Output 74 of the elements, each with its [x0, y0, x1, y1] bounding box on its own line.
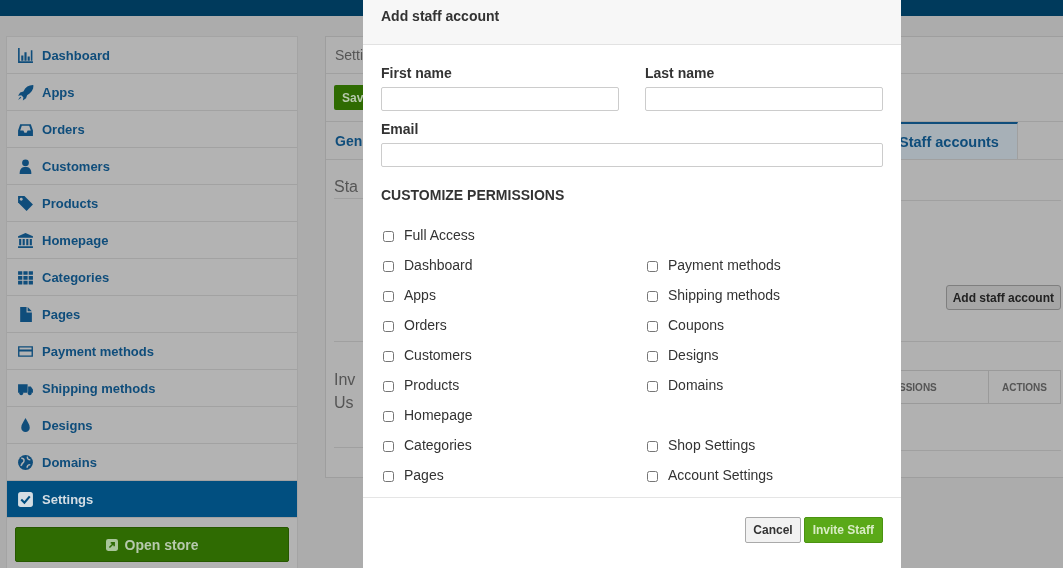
sidebar-item[interactable]: Payment methods — [7, 333, 297, 370]
permission-label: Customers — [404, 347, 472, 363]
permission-checkbox[interactable] — [383, 260, 394, 272]
permission-label: Payment methods — [668, 257, 781, 273]
sidebar-item[interactable]: Categories — [7, 259, 297, 296]
sidebar-item[interactable]: Apps — [7, 74, 297, 111]
sidebar-item[interactable]: Settings — [7, 481, 297, 518]
permission-checkbox[interactable] — [383, 470, 394, 482]
cancel-button[interactable]: Cancel — [745, 517, 801, 543]
tab[interactable]: Gen — [326, 122, 363, 159]
panel-title: Setti — [335, 47, 363, 63]
permission-label: Domains — [668, 377, 724, 393]
permission-label: Orders — [404, 317, 447, 333]
first-name-field[interactable] — [381, 87, 619, 111]
field-label: First name — [381, 65, 453, 81]
permission-checkbox[interactable] — [647, 470, 658, 482]
permission-label: Shop Settings — [668, 437, 756, 453]
bar-chart-icon — [17, 46, 34, 64]
file-icon — [17, 305, 34, 323]
email-field[interactable] — [381, 143, 883, 167]
permission-label: Shipping methods — [668, 287, 781, 303]
permission-checkbox[interactable] — [647, 260, 658, 272]
permission-label: Dashboard — [404, 257, 473, 273]
column-header: ACTIONS — [1001, 380, 1048, 395]
permission-checkbox[interactable] — [383, 350, 394, 362]
permission-label: Apps — [404, 287, 436, 303]
description-text: Us — [334, 393, 355, 413]
permission-checkbox[interactable] — [383, 290, 394, 302]
permission-checkbox[interactable] — [383, 320, 394, 332]
permission-checkbox[interactable] — [383, 380, 394, 392]
sidebar-item[interactable]: Dashboard — [7, 37, 297, 74]
description-text: Inv — [334, 370, 357, 390]
section-heading: Sta — [334, 178, 358, 196]
permission-checkbox[interactable] — [383, 440, 394, 452]
sidebar-item[interactable]: Designs — [7, 407, 297, 444]
permission-label: Full Access — [404, 227, 475, 243]
permission-label: Categories — [404, 437, 472, 453]
rocket-icon — [17, 83, 34, 101]
open-store-button[interactable]: Open store — [15, 527, 289, 562]
sidebar-item[interactable]: Customers — [7, 148, 297, 185]
field-label: Last name — [645, 65, 716, 81]
add-staff-account-button[interactable]: Add staff account — [945, 285, 1061, 310]
permission-checkbox[interactable] — [647, 350, 658, 362]
permission-checkbox[interactable] — [383, 230, 394, 242]
permission-checkbox[interactable] — [647, 380, 658, 392]
permission-checkbox[interactable] — [383, 410, 394, 422]
section-heading: CUSTOMIZE PERMISSIONS — [381, 187, 566, 203]
permission-label: Designs — [668, 347, 719, 363]
permission-checkbox[interactable] — [647, 440, 658, 452]
sidebar-item[interactable]: Shipping methods — [7, 370, 297, 407]
bank-icon — [17, 231, 34, 249]
permission-label: Products — [404, 377, 460, 393]
permission-checkbox[interactable] — [647, 320, 658, 332]
external-link-icon — [105, 538, 118, 551]
field-label: Email — [381, 121, 420, 137]
permission-label: Homepage — [404, 407, 473, 423]
permission-label: Account Settings — [668, 467, 774, 483]
grid-icon — [17, 268, 34, 286]
invite-staff-button[interactable]: Invite Staff — [803, 517, 883, 543]
sidebar-item[interactable]: Orders — [7, 111, 297, 148]
permission-checkbox[interactable] — [647, 290, 658, 302]
sidebar-item[interactable]: Homepage — [7, 222, 297, 259]
last-name-field[interactable] — [645, 87, 883, 111]
checkbox-icon — [17, 490, 34, 508]
globe-icon — [17, 453, 34, 471]
user-icon — [17, 157, 34, 175]
sidebar-item[interactable]: Pages — [7, 296, 297, 333]
tags-icon — [17, 194, 34, 212]
tab[interactable]: Staff accounts — [899, 122, 1018, 159]
sidebar-item[interactable]: Products — [7, 185, 297, 222]
permission-label: Coupons — [668, 317, 725, 333]
dialog-title: Add staff account — [381, 8, 500, 24]
permission-label: Pages — [404, 467, 444, 483]
save-button[interactable]: Sav — [334, 85, 363, 110]
